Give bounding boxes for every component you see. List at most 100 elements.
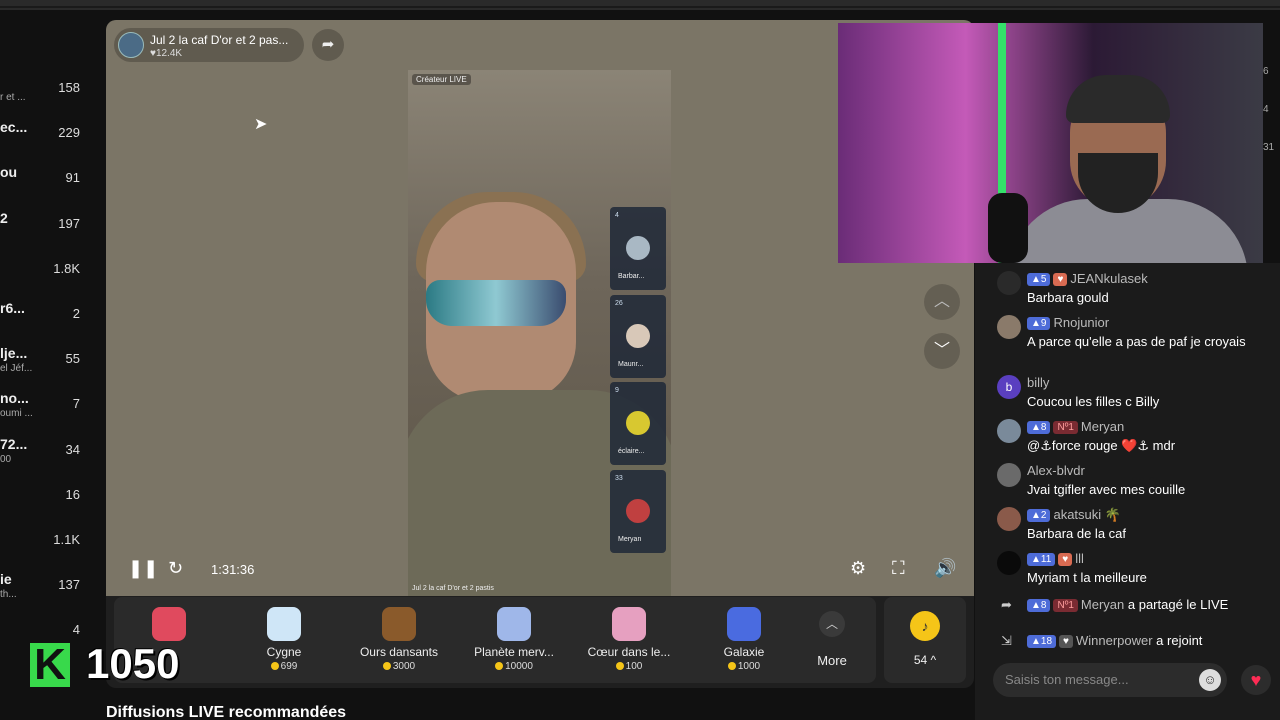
chevron-up-icon: ︿: [819, 611, 845, 637]
guest-tile[interactable]: 33 Meryan: [610, 469, 666, 553]
chat-header: billy: [1027, 375, 1049, 390]
guest-tile[interactable]: 9 éclaire...: [610, 382, 666, 465]
chat-username[interactable]: billy: [1027, 375, 1049, 390]
chat-avatar[interactable]: [997, 271, 1021, 295]
planet-icon: [497, 607, 531, 641]
chat-username[interactable]: Alex-blvdr: [1027, 463, 1085, 478]
guest-name: Barbar...: [618, 273, 645, 280]
coin-icon: [270, 662, 279, 670]
list-item[interactable]: ou 91: [0, 164, 98, 204]
refresh-icon[interactable]: ↻: [168, 558, 183, 579]
gift-item[interactable]: Cœur dans le... 100: [574, 597, 684, 683]
guest-level: 33: [615, 474, 623, 482]
list-item[interactable]: no... oumi ... 7: [0, 390, 98, 430]
list-item[interactable]: r6... 2: [0, 300, 98, 340]
coin-icon: [727, 662, 736, 670]
gift-item[interactable]: Ours dansants 3000: [344, 597, 454, 683]
chat-text: Jvai tgifler avec mes couille: [1027, 482, 1186, 497]
list-item[interactable]: 72... 00 34: [0, 436, 98, 476]
event-username[interactable]: Meryan: [1081, 597, 1128, 612]
gift-item[interactable]: Galaxie 1000: [689, 597, 799, 683]
chat-username[interactable]: Rnojunior: [1053, 315, 1109, 330]
live-header[interactable]: Jul 2 la caf D'or et 2 pas... ♥12.4K: [114, 28, 304, 62]
chat-username[interactable]: lll: [1075, 551, 1084, 566]
gift-item[interactable]: Planète merv... 10000: [459, 597, 569, 683]
level-badge: ▲9: [1027, 317, 1051, 330]
list-item-name: no...: [0, 390, 29, 407]
emoji-icon[interactable]: ☺: [1199, 669, 1221, 691]
chevron-down-icon[interactable]: ﹀: [924, 333, 960, 369]
guest-tile[interactable]: 26 Maunr...: [610, 294, 666, 378]
chat-username[interactable]: JEANkulasek: [1070, 271, 1147, 286]
mouse-cursor-icon: ➤: [254, 116, 268, 133]
rank-badge: Nº1: [1053, 599, 1078, 612]
live-chat: Saisis ton message... ☺ ♥ ▲5 ♥ JEANkulasek…: [975, 263, 1280, 720]
gift-price: 3000: [344, 661, 454, 672]
list-item[interactable]: 1.8K: [0, 255, 98, 295]
more-gifts-button[interactable]: ︿ More: [796, 597, 868, 683]
pause-icon[interactable]: ❚❚: [128, 558, 158, 579]
list-item[interactable]: 2 197: [0, 210, 98, 250]
chat-username[interactable]: akatsuki 🌴: [1053, 507, 1121, 522]
chat-avatar[interactable]: [997, 315, 1021, 339]
list-item-subtitle: th...: [0, 589, 17, 601]
fullscreen-icon[interactable]: ⛶: [892, 558, 905, 579]
sunglasses: [426, 280, 566, 326]
chat-username[interactable]: Meryan: [1081, 419, 1124, 434]
level-badge: ▲2: [1027, 509, 1051, 522]
chat-input[interactable]: Saisis ton message... ☺: [993, 663, 1227, 697]
list-item[interactable]: ec... 229: [0, 119, 98, 159]
list-item-subtitle: r et ...: [0, 92, 26, 103]
level-badge: ▲11: [1027, 553, 1056, 566]
chat-avatar[interactable]: [997, 463, 1021, 487]
level-badge: ▲5: [1027, 273, 1051, 286]
event-username[interactable]: Winnerpower: [1076, 633, 1156, 648]
coin-icon: ♪: [910, 611, 940, 641]
edge-number: 6: [1263, 66, 1269, 77]
list-item-name: ie: [0, 571, 12, 588]
fan-heart-icon: ♥: [1053, 273, 1068, 286]
list-item[interactable]: lje... el Jéf... 55: [0, 345, 98, 385]
list-item-subtitle: el Jéf...: [0, 363, 33, 375]
list-item-count: 1.1K: [53, 532, 80, 547]
list-item-count: 55: [65, 351, 80, 367]
chat-header: Alex-blvdr: [1027, 463, 1085, 478]
list-item[interactable]: 16: [0, 481, 98, 521]
share-icon[interactable]: ➦: [312, 29, 344, 61]
gift-name: Cœur dans le...: [587, 645, 671, 659]
gift-name: Galaxie: [723, 645, 765, 659]
gift-price: 100: [574, 661, 684, 672]
host-avatar[interactable]: [118, 32, 144, 58]
chevron-up-icon[interactable]: ︿: [924, 284, 960, 320]
settings-icon[interactable]: ⚙: [850, 558, 866, 579]
list-item-count: 7: [72, 396, 80, 412]
heart-icon[interactable]: ♥: [1241, 665, 1271, 695]
chat-text: A parce qu'elle a pas de paf je croyais: [1027, 334, 1246, 349]
chat-avatar[interactable]: b: [997, 375, 1021, 399]
chat-avatar[interactable]: [997, 551, 1021, 575]
chat-header: ▲9 Rnojunior: [1027, 315, 1109, 330]
list-item[interactable]: 1.1K: [0, 526, 98, 566]
swan-icon: [267, 607, 301, 641]
volume-icon[interactable]: 🔊: [934, 558, 956, 579]
gift-bar: Galaxie 1000 Cœur dans le... 100 Planète mer…: [114, 597, 876, 683]
list-item[interactable]: r et ... 158: [0, 74, 98, 114]
guest-level: 4: [615, 212, 619, 219]
rank-badge: Nº1: [1053, 421, 1078, 434]
chat-header: ▲8 Nº1 Meryan: [1027, 419, 1124, 434]
join-icon: ⇲: [1001, 633, 1012, 648]
list-item-name: 72...: [0, 435, 28, 452]
list-item-name: lje...: [0, 345, 28, 362]
gift-item[interactable]: Cygne 699: [229, 597, 339, 683]
gift-name: Cygne: [266, 645, 302, 659]
list-item[interactable]: ie th... 137: [0, 571, 98, 611]
streamer-webcam: [838, 23, 1263, 263]
coin-balance-button[interactable]: ♪ 54 ^: [884, 597, 966, 683]
chat-avatar[interactable]: [997, 507, 1021, 531]
chat-header: ▲2 akatsuki 🌴: [1027, 507, 1121, 523]
gift-price: 1000: [689, 661, 799, 672]
chat-text: Myriam t la meilleure: [1027, 570, 1147, 585]
guest-name: Maunr...: [618, 360, 644, 368]
chat-avatar[interactable]: [997, 419, 1021, 443]
guest-tile[interactable]: 4 Barbar...: [610, 207, 666, 290]
